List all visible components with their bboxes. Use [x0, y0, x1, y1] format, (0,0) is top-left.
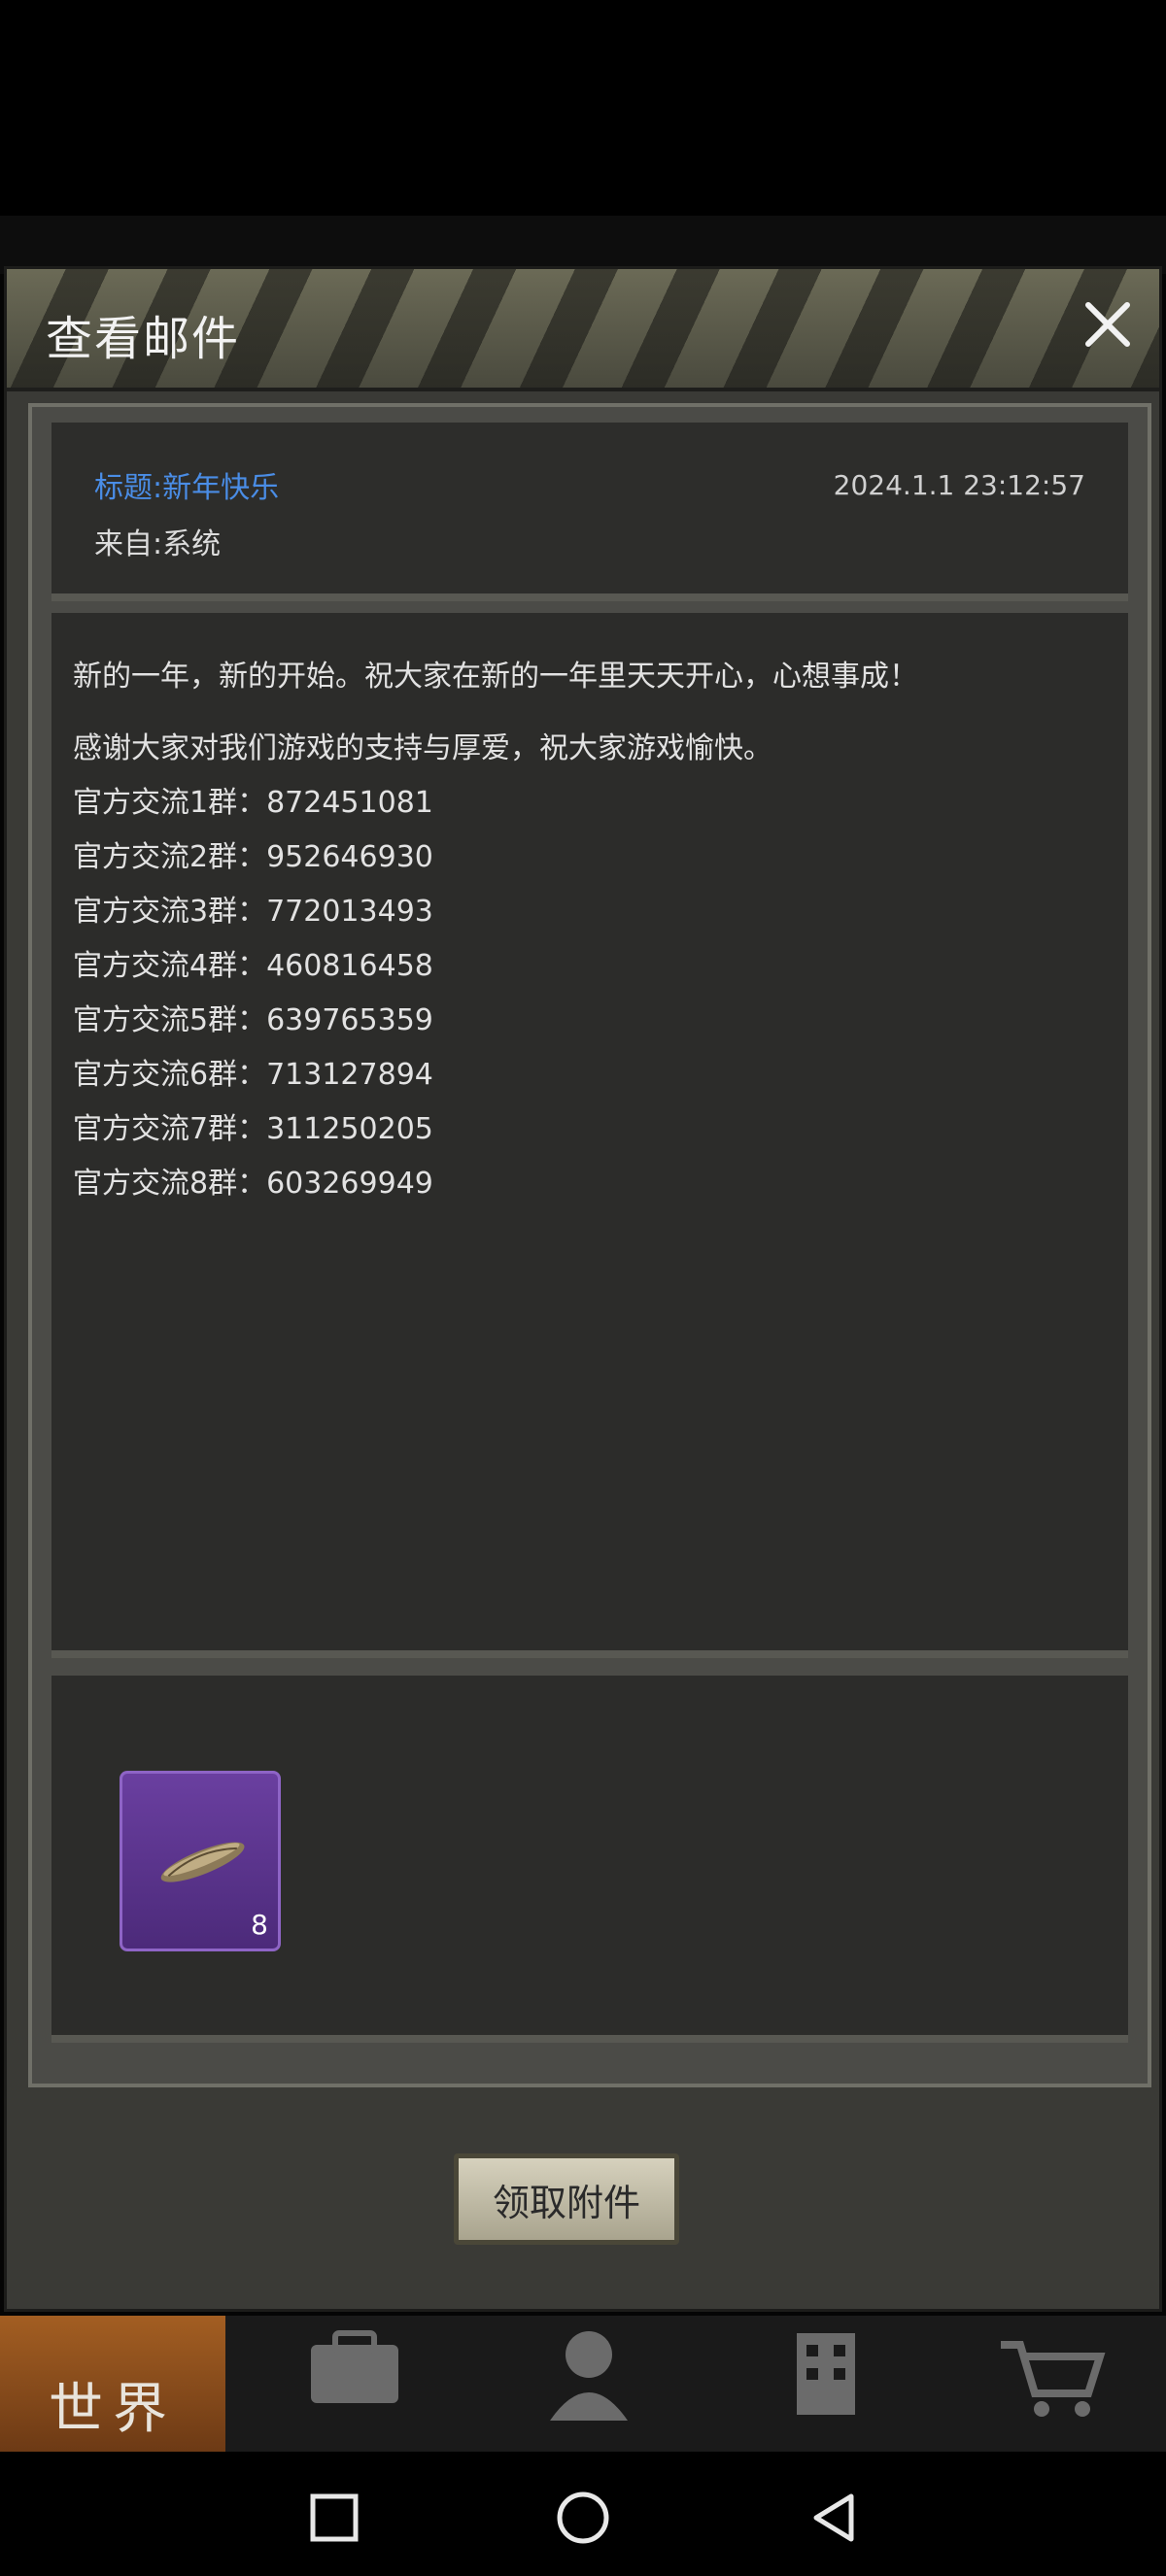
- mail-body-line: 官方交流7群：311250205: [73, 1112, 433, 1146]
- mail-body-line: 官方交流5群：639765359: [73, 1003, 433, 1037]
- mail-body-line: 官方交流2群：952646930: [73, 840, 433, 874]
- character-icon[interactable]: [525, 2325, 651, 2423]
- home-icon[interactable]: [554, 2489, 612, 2547]
- game-bottom-nav: 世界: [0, 2316, 1166, 2452]
- system-nav-bar: [0, 2452, 1166, 2576]
- attachment-area: 8: [51, 1676, 1128, 2043]
- background-status-strip: [0, 216, 1166, 274]
- mail-body-line: 官方交流8群：603269949: [73, 1167, 433, 1201]
- mail-sender: 来自:系统: [94, 527, 222, 561]
- mail-body-line: 官方交流3群：772013493: [73, 895, 433, 929]
- item-count: 8: [251, 1909, 268, 1941]
- close-icon: [1085, 302, 1130, 347]
- attachment-item-slot[interactable]: 8: [120, 1771, 281, 1951]
- mail-frame: 标题:新年快乐 来自:系统 2024.1.1 23:12:57 新的一年，新的开…: [28, 403, 1151, 2087]
- dialog-title: 查看邮件: [46, 312, 241, 366]
- mail-body-line: 官方交流1群：872451081: [73, 786, 433, 820]
- back-icon[interactable]: [806, 2491, 861, 2545]
- mail-view-dialog: 查看邮件 标题:新年快乐 来自:系统 2024.1.1 23:12:57 新的一…: [4, 266, 1162, 2312]
- mail-body[interactable]: 新的一年，新的开始。祝大家在新的一年里天天开心，心想事成！ 感谢大家对我们游戏的…: [51, 613, 1128, 1658]
- bread-stick-item-icon: [160, 1842, 245, 1882]
- top-blank-area: [0, 0, 1166, 223]
- mail-timestamp: 2024.1.1 23:12:57: [833, 469, 1085, 501]
- mail-subject: 标题:新年快乐: [94, 471, 280, 505]
- building-icon[interactable]: [763, 2325, 889, 2423]
- close-button[interactable]: [1074, 290, 1142, 358]
- mail-body-line: 官方交流6群：713127894: [73, 1058, 433, 1092]
- mail-body-line: 新的一年，新的开始。祝大家在新的一年里天天开心，心想事成！: [73, 660, 918, 694]
- nav-world-label: 世界: [49, 2378, 177, 2441]
- nav-world-tab[interactable]: 世界: [0, 2316, 225, 2452]
- recent-apps-icon[interactable]: [309, 2492, 360, 2543]
- cart-icon[interactable]: [991, 2325, 1117, 2423]
- mail-header-box: 标题:新年快乐 来自:系统 2024.1.1 23:12:57: [51, 423, 1128, 601]
- mail-body-line: 感谢大家对我们游戏的支持与厚爱，祝大家游戏愉快。: [73, 731, 772, 765]
- dialog-header: 查看邮件: [7, 269, 1159, 391]
- backpack-icon[interactable]: [292, 2325, 418, 2423]
- mail-body-line: 官方交流4群：460816458: [73, 949, 433, 983]
- claim-attachment-button[interactable]: 领取附件: [454, 2153, 679, 2245]
